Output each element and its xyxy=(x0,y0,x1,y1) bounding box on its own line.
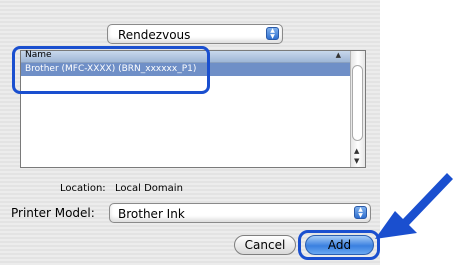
list-selection-highlight xyxy=(12,46,210,94)
printer-model-value: Brother Ink xyxy=(118,207,185,221)
up-down-arrows-icon: ▲ ▼ xyxy=(266,27,279,40)
scroll-down-icon[interactable]: ▼ xyxy=(354,157,359,165)
sort-ascending-icon: ▲ xyxy=(335,51,341,59)
browse-method-popup[interactable]: Rendezvous ▲ ▼ xyxy=(107,24,283,44)
location-value: Local Domain xyxy=(115,183,183,194)
printer-model-label: Printer Model: xyxy=(11,206,95,220)
browse-method-value: Rendezvous xyxy=(118,28,191,42)
list-scrollbar[interactable]: ▲ ▼ xyxy=(350,51,365,167)
add-button-highlight xyxy=(298,230,380,260)
blue-pointer-arrow-icon xyxy=(375,173,453,239)
up-down-arrows-icon: ▲ ▼ xyxy=(354,206,367,219)
location-label: Location: xyxy=(60,183,106,194)
cancel-button[interactable]: Cancel xyxy=(234,235,296,255)
printer-model-popup[interactable]: Brother Ink ▲ ▼ xyxy=(109,203,371,223)
scroll-up-icon[interactable]: ▲ xyxy=(354,147,359,155)
printer-add-panel: Rendezvous ▲ ▼ Name ▲ Brother (MFC-XXXX) … xyxy=(0,0,380,265)
scroll-thumb[interactable] xyxy=(352,65,363,141)
